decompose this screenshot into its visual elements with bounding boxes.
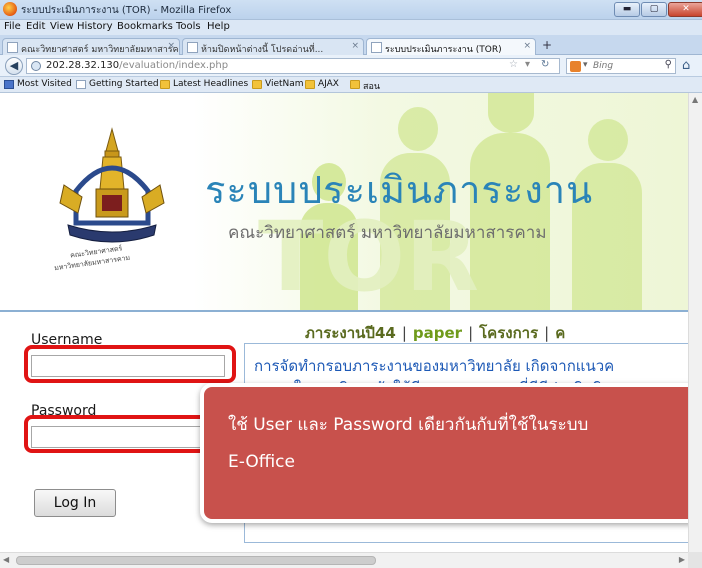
nav-separator: | [468, 324, 474, 342]
url-text: 202.28.32.130/evaluation/index.php [46, 60, 228, 71]
folder-icon [160, 80, 170, 89]
minimize-button[interactable]: ▬ [614, 2, 640, 17]
close-window-button[interactable]: ✕ [668, 2, 702, 17]
scroll-left-arrow-icon[interactable]: ◀ [3, 555, 9, 564]
login-button[interactable]: Log In [34, 489, 116, 517]
nav-link-projects[interactable]: โครงการ [479, 324, 538, 342]
tab-label: ระบบประเมินภาระงาน (TOR) [385, 45, 502, 55]
tab-strip: คณะวิทยาศาสตร์ มหาวิทยาลัยมหาสารคาม × ห้… [0, 35, 702, 55]
username-highlight-outline [24, 345, 236, 383]
window-title: ระบบประเมินภาระงาน (TOR) - Mozilla Firef… [21, 5, 232, 16]
firefox-icon [3, 2, 17, 16]
page-content: TOR คณะวิทยาศาสตร์ มหาวิทยาลัยมหาสารคาม … [0, 93, 688, 552]
tab-label: ห้ามปิดหน้าต่างนี้ โปรดอ่านที่... [201, 45, 324, 55]
reload-icon[interactable]: ↻ [541, 59, 549, 70]
bookmark-ajax[interactable]: AJAX [305, 79, 339, 89]
tab-label: คณะวิทยาศาสตร์ มหาวิทยาลัยมหาสารคาม [21, 45, 180, 55]
menu-tools[interactable]: Tools [176, 21, 201, 32]
banner-title: ระบบประเมินภาระงาน [205, 168, 594, 212]
url-path: /evaluation/index.php [119, 60, 229, 71]
url-bar[interactable]: 202.28.32.130/evaluation/index.php ☆ ▾ ↻ [26, 58, 560, 74]
menu-file[interactable]: File [4, 21, 21, 32]
bookmark-label: Most Visited [17, 79, 72, 89]
bookmark-label: Getting Started [89, 79, 159, 89]
bookmark-sorn[interactable]: สอน [350, 79, 380, 93]
bookmark-getting-started[interactable]: Getting Started [76, 79, 159, 89]
vertical-scrollbar[interactable]: ▲ [688, 93, 702, 552]
divider [0, 310, 688, 312]
folder-icon [350, 80, 360, 89]
scroll-right-arrow-icon[interactable]: ▶ [679, 555, 685, 564]
menu-history[interactable]: History [77, 21, 113, 32]
top-navigation: ภาระงานปี44 | paper | โครงการ | ค [305, 321, 565, 345]
tab-close-icon[interactable]: × [167, 41, 175, 51]
bookmark-star-icon[interactable]: ☆ [509, 59, 518, 70]
menu-bookmarks[interactable]: Bookmarks [117, 21, 173, 32]
tab-do-not-close[interactable]: ห้ามปิดหน้าต่างนี้ โปรดอ่านที่... × [182, 38, 364, 55]
university-seal-logo: คณะวิทยาศาสตร์ มหาวิทยาลัยมหาสารคาม [54, 127, 168, 272]
scrollbar-corner [688, 552, 702, 568]
navigation-bar: ◀ 202.28.32.130/evaluation/index.php ☆ ▾… [0, 55, 702, 77]
horizontal-scrollbar[interactable]: ◀ ▶ [0, 552, 688, 568]
silhouette-head [588, 119, 628, 161]
page-icon [187, 42, 198, 53]
tab-close-icon[interactable]: × [523, 41, 531, 51]
silhouette-head [398, 107, 438, 151]
search-input[interactable] [593, 59, 661, 73]
menu-help[interactable]: Help [207, 21, 230, 32]
callout-text-line-1: ใช้ User และ Password เดียวกันกับที่ใช้ใ… [228, 415, 589, 435]
bookmark-label: สอน [363, 82, 381, 92]
browser-window: ระบบประเมินภาระงาน (TOR) - Mozilla Firef… [0, 0, 702, 568]
url-host: 202.28.32.130 [46, 60, 120, 71]
tab-close-icon[interactable]: × [351, 41, 359, 51]
silhouette-head [488, 93, 534, 133]
scroll-thumb[interactable] [16, 556, 376, 565]
page-icon [7, 42, 18, 53]
nav-link-paper[interactable]: paper [413, 324, 462, 342]
tab-tor-active[interactable]: ระบบประเมินภาระงาน (TOR) × [366, 38, 536, 55]
scroll-up-arrow-icon[interactable]: ▲ [692, 95, 698, 104]
new-tab-button[interactable]: + [538, 39, 556, 54]
search-bar[interactable]: ▾ ⚲ [566, 58, 676, 74]
folder-icon [305, 80, 315, 89]
bookmark-label: AJAX [318, 79, 339, 89]
bookmark-latest-headlines[interactable]: Latest Headlines [160, 79, 248, 89]
nav-link-more[interactable]: ค [555, 324, 565, 342]
instruction-callout: ใช้ User และ Password เดียวกันกับที่ใช้ใ… [200, 383, 688, 523]
bookmarks-bar: Most Visited Getting Started Latest Head… [0, 77, 702, 93]
title-bar: ระบบประเมินภาระงาน (TOR) - Mozilla Firef… [0, 0, 702, 20]
header-banner: TOR คณะวิทยาศาสตร์ มหาวิทยาลัยมหาสารคาม … [0, 93, 688, 313]
page-icon [76, 80, 86, 89]
bookmark-label: Latest Headlines [173, 79, 249, 89]
tab-science-faculty[interactable]: คณะวิทยาศาสตร์ มหาวิทยาลัยมหาสารคาม × [2, 38, 180, 55]
menu-edit[interactable]: Edit [26, 21, 45, 32]
callout-text-line-2: E-Office [228, 452, 295, 472]
bookmark-most-visited[interactable]: Most Visited [4, 79, 72, 89]
menu-bar: File Edit View History Bookmarks Tools H… [0, 20, 702, 35]
bookmark-label: VietNam [265, 79, 304, 89]
search-icon[interactable]: ⚲ [665, 59, 672, 70]
nav-separator: | [544, 324, 550, 342]
banner-subtitle: คณะวิทยาศาสตร์ มหาวิทยาลัยมหาสารคาม [228, 223, 547, 243]
back-button[interactable]: ◀ [5, 57, 23, 75]
nav-separator: | [401, 324, 407, 342]
history-dropdown-icon[interactable]: ▾ [525, 59, 530, 70]
bookmark-vietnam[interactable]: VietNam [252, 79, 304, 89]
bookmark-icon [4, 80, 14, 89]
site-identity-icon[interactable] [31, 61, 41, 71]
bing-engine-icon[interactable] [570, 61, 581, 72]
news-headline-line-1[interactable]: การจัดทำกรอบภาระงานของมหาวิทยาลัย เกิดจา… [254, 354, 614, 378]
page-icon [371, 42, 382, 53]
nav-link-workload[interactable]: ภาระงานปี44 [305, 324, 396, 342]
menu-view[interactable]: View [50, 21, 74, 32]
engine-dropdown-icon[interactable]: ▾ [583, 60, 588, 70]
home-icon[interactable]: ⌂ [682, 58, 690, 73]
folder-icon [252, 80, 262, 89]
maximize-button[interactable]: ▢ [641, 2, 667, 17]
